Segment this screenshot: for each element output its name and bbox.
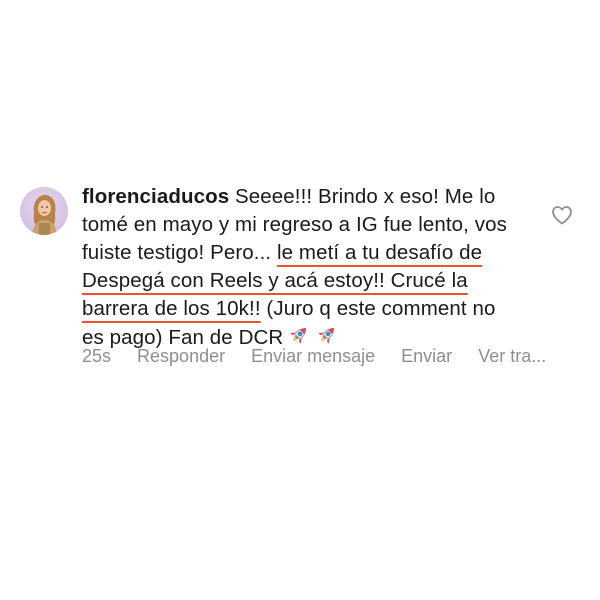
heart-outline-icon[interactable] (550, 203, 574, 227)
avatar-photo (32, 194, 57, 235)
comment-actions: 25s Responder Enviar mensaje Enviar Ver … (82, 346, 546, 367)
avatar[interactable] (20, 187, 68, 235)
reply-button[interactable]: Responder (137, 346, 225, 367)
comment-item: florenciaducos Seeee!!! Brindo x eso! Me… (20, 183, 586, 383)
send-message-button[interactable]: Enviar mensaje (251, 346, 375, 367)
comment-timestamp: 25s (82, 346, 112, 366)
comment-username[interactable]: florenciaducos (82, 185, 229, 208)
see-translation-button[interactable]: Ver tra... (478, 346, 546, 367)
send-button[interactable]: Enviar (401, 346, 452, 367)
comment-text: florenciaducos Seeee!!! Brindo x eso! Me… (82, 183, 522, 352)
